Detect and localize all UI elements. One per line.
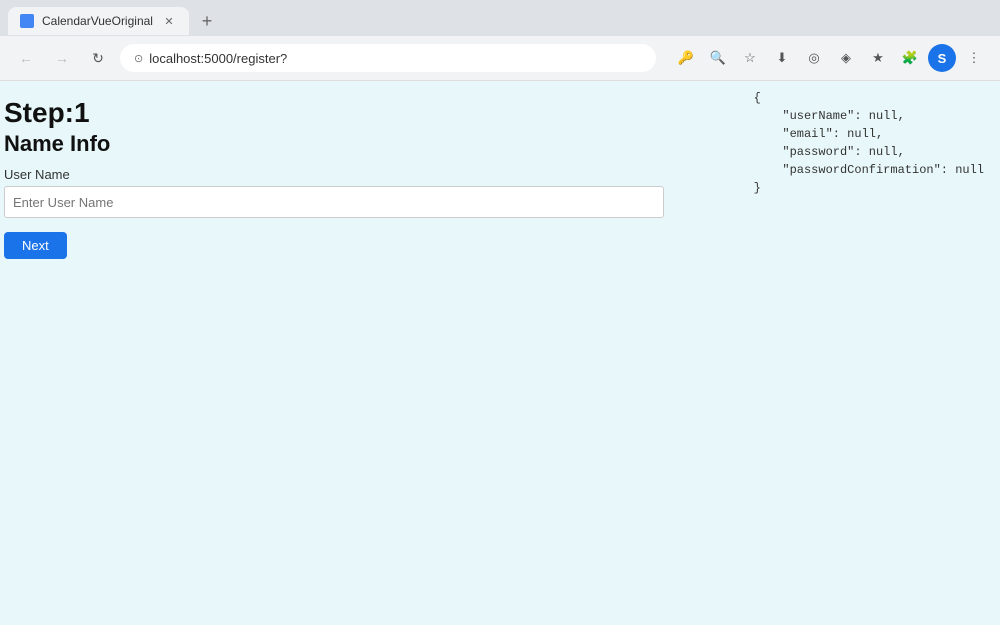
extension1-icon[interactable]: ◈: [832, 44, 860, 72]
profile-button[interactable]: S: [928, 44, 956, 72]
browser-actions: 🔑 🔍 ☆ ⬇ ◎ ◈ ★ 🧩 S ⋮: [672, 44, 988, 72]
url-text: localhost:5000/register?: [149, 51, 287, 66]
back-icon: ←: [19, 50, 33, 66]
tab-title: CalendarVueOriginal: [42, 14, 153, 28]
password-manager-icon[interactable]: 🔑: [672, 44, 700, 72]
browser-chrome: CalendarVueOriginal ✕ + ← → ↻ ⊙ localhos…: [0, 0, 1000, 81]
lock-icon: ⊙: [134, 52, 143, 65]
tab-favicon: [20, 14, 34, 28]
json-preview: { "userName": null, "email": null, "pass…: [754, 89, 984, 197]
forward-icon: →: [55, 50, 69, 66]
bookmark-icon[interactable]: ☆: [736, 44, 764, 72]
active-tab[interactable]: CalendarVueOriginal ✕: [8, 7, 189, 35]
extensions-icon[interactable]: 🧩: [896, 44, 924, 72]
extension2-icon[interactable]: ★: [864, 44, 892, 72]
back-button[interactable]: ←: [12, 44, 40, 72]
username-input[interactable]: [4, 186, 664, 218]
page-content: Step:1 Name Info User Name Next { "userN…: [0, 81, 1000, 625]
refresh-button[interactable]: ↻: [84, 44, 112, 72]
menu-icon[interactable]: ⋮: [960, 44, 988, 72]
download-icon[interactable]: ⬇: [768, 44, 796, 72]
forward-button[interactable]: →: [48, 44, 76, 72]
refresh-icon: ↻: [92, 50, 104, 67]
search-icon[interactable]: 🔍: [704, 44, 732, 72]
new-tab-button[interactable]: +: [193, 7, 221, 35]
url-bar[interactable]: ⊙ localhost:5000/register?: [120, 44, 656, 72]
next-button[interactable]: Next: [4, 232, 67, 259]
address-bar: ← → ↻ ⊙ localhost:5000/register? 🔑 🔍 ☆ ⬇…: [0, 36, 1000, 80]
tab-bar: CalendarVueOriginal ✕ +: [0, 0, 1000, 36]
tab-close-button[interactable]: ✕: [161, 13, 177, 29]
chrome-icon[interactable]: ◎: [800, 44, 828, 72]
